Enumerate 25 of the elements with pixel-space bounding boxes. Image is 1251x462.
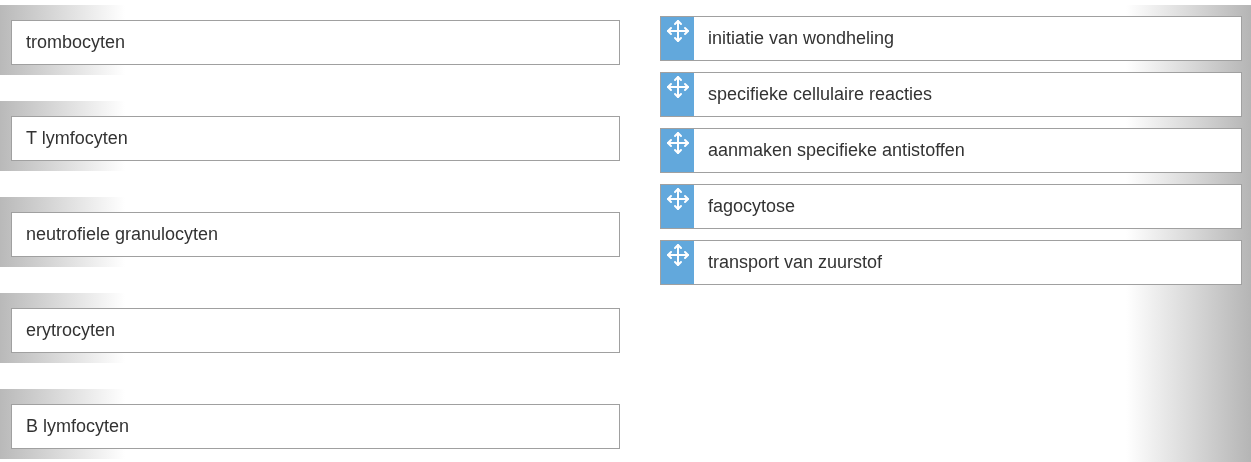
move-icon (665, 75, 690, 99)
draggable-item[interactable]: aanmaken specifieke antistoffen (660, 128, 1242, 173)
item-label: aanmaken specifieke antistoffen (707, 139, 965, 162)
item-label: transport van zuurstof (707, 251, 883, 274)
item-label: fagocytose (707, 195, 796, 218)
move-icon (665, 19, 690, 43)
term-box: erytrocyten (11, 308, 620, 353)
drag-handle[interactable] (661, 73, 694, 116)
drag-handle[interactable] (661, 185, 694, 228)
draggable-item[interactable]: transport van zuurstof (660, 240, 1242, 285)
move-icon (665, 131, 690, 155)
move-icon (665, 187, 690, 211)
item-label: specifieke cellulaire reacties (707, 83, 933, 106)
term-box: trombocyten (11, 20, 620, 65)
draggable-item[interactable]: specifieke cellulaire reacties (660, 72, 1242, 117)
term-box: neutrofiele granulocyten (11, 212, 620, 257)
move-icon (665, 243, 690, 267)
draggable-item[interactable]: initiatie van wondheling (660, 16, 1242, 61)
item-label: initiatie van wondheling (707, 27, 895, 50)
drag-handle[interactable] (661, 17, 694, 60)
draggable-item[interactable]: fagocytose (660, 184, 1242, 229)
term-box: B lymfocyten (11, 404, 620, 449)
drag-handle[interactable] (661, 129, 694, 172)
drag-handle[interactable] (661, 241, 694, 284)
term-box: T lymfocyten (11, 116, 620, 161)
